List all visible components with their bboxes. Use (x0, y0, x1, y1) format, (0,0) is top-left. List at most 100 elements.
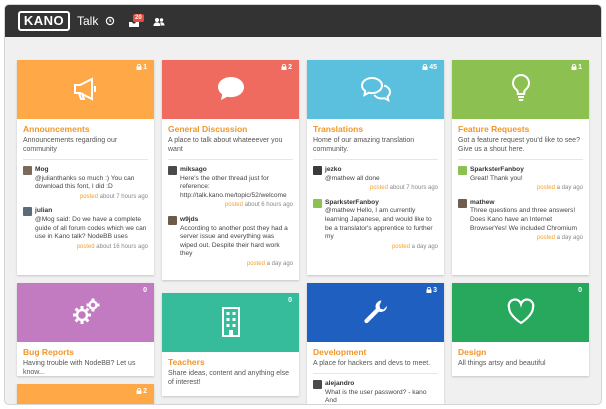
category-tile[interactable]: 0 (17, 283, 154, 342)
category-card-teachers[interactable]: 0 Teachers Share ideas, content and anyt… (162, 293, 299, 396)
avatar[interactable] (168, 166, 177, 175)
category-tile[interactable]: 3 (307, 283, 444, 342)
category-tile[interactable]: 2 (162, 60, 299, 119)
post-author[interactable]: jezko (325, 166, 438, 175)
posted-link[interactable]: posted (225, 202, 243, 208)
recent-post[interactable]: miksago Here's the other thread just for… (168, 166, 293, 210)
category-card-development[interactable]: 3 Development A place for hackers and de… (307, 283, 444, 404)
post-author[interactable]: mathew (470, 199, 583, 208)
posted-link[interactable]: posted (392, 244, 410, 250)
post-excerpt: Here's the other thread just for referen… (180, 174, 287, 199)
wrench-icon (363, 300, 387, 324)
avatar[interactable] (313, 166, 322, 175)
recent-post[interactable]: Mog @julianthanks so much :) You can dow… (23, 166, 148, 201)
recent-post[interactable]: SparksterFanboy Great! Thank you! posted… (458, 166, 583, 193)
category-tile[interactable]: 0 (452, 283, 589, 342)
post-author[interactable]: SparksterFanboy (325, 199, 438, 208)
topic-count: 2 (136, 387, 147, 395)
avatar[interactable] (313, 198, 322, 208)
category-title[interactable]: Announcements (23, 124, 148, 134)
category-card-extra-1[interactable]: 2 (17, 384, 154, 404)
post-time: about 7 hours ago (389, 185, 438, 192)
posted-link[interactable]: posted (77, 244, 95, 250)
recent-post[interactable]: SparksterFanboy @mathew Hello, I am curr… (313, 198, 438, 252)
category-tile[interactable]: 0 (162, 293, 299, 352)
post-author[interactable]: w9jds (180, 216, 293, 225)
post-author[interactable]: Mog (35, 166, 148, 175)
posted-link[interactable]: posted (247, 261, 265, 267)
category-card-announcements[interactable]: 1 Announcements Announcements regarding … (17, 60, 154, 275)
post-author[interactable]: alejandro (325, 380, 438, 389)
category-card-feature-requests[interactable]: 1 Feature Requests Got a feature request… (452, 60, 589, 275)
category-description: Home of our amazing translation communit… (313, 137, 415, 153)
avatar[interactable] (23, 166, 32, 175)
avatar[interactable] (458, 166, 467, 175)
kano-logo[interactable]: KANO (18, 11, 70, 31)
post-time: about 7 hours ago (99, 193, 148, 200)
category-title[interactable]: Bug Reports (23, 347, 148, 357)
category-card-general-discussion[interactable]: 2 General Discussion A place to talk abo… (162, 60, 299, 280)
category-card-translations[interactable]: 45 Translations Home of our amazing tran… (307, 60, 444, 275)
avatar[interactable] (313, 380, 322, 389)
recent-post[interactable]: w9jds According to another post they had… (168, 215, 293, 269)
recent-post[interactable]: mathew Three questions and three answers… (458, 198, 583, 243)
category-tile[interactable]: 1 (17, 60, 154, 119)
heart-icon (507, 298, 534, 325)
lock-icon (426, 286, 432, 293)
category-title[interactable]: Design (458, 347, 583, 357)
category-tile[interactable]: 1 (452, 60, 589, 119)
post-excerpt: @mathew Hello, I am currently learning J… (325, 207, 433, 241)
comments-icon (360, 76, 391, 102)
category-tile[interactable]: 2 (17, 384, 154, 404)
recent-post[interactable]: julian @Mog said: Do we have a complete … (23, 207, 148, 251)
category-card-extra-2[interactable]: 2 (162, 404, 299, 405)
users-icon[interactable] (153, 13, 169, 29)
lightbulb-icon (511, 73, 530, 101)
posted-link[interactable]: posted (370, 185, 388, 191)
category-title[interactable]: Development (313, 347, 438, 357)
recent-post[interactable]: jezko @mathew all done posted about 7 ho… (313, 166, 438, 193)
post-author[interactable]: miksago (180, 166, 293, 175)
category-card-bug-reports[interactable]: 0 Bug Reports Having trouble with NodeBB… (17, 283, 154, 376)
lock-icon (571, 63, 577, 70)
avatar[interactable] (23, 207, 32, 217)
post-time: a day ago (556, 185, 583, 192)
category-card-design[interactable]: 0 Design All things artsy and beautiful (452, 283, 589, 376)
posted-link[interactable]: posted (80, 194, 98, 200)
avatar[interactable] (168, 215, 177, 225)
post-excerpt: @mathew all done (325, 174, 380, 182)
category-title[interactable]: General Discussion (168, 124, 293, 134)
category-description: Share ideas, content and anything else o… (168, 370, 290, 386)
post-excerpt: @julianthanks so much :) You can downloa… (35, 174, 135, 191)
post-excerpt: According to another post they had a ser… (180, 224, 288, 258)
post-author[interactable]: SparksterFanboy (470, 166, 583, 175)
clock-icon[interactable] (105, 13, 121, 29)
post-time: about 16 hours ago (96, 243, 148, 250)
app-window: KANO Talk 20 1 Announcements Announcemen… (4, 4, 602, 405)
lock-icon (422, 63, 428, 70)
nav-talk-link[interactable]: Talk (77, 14, 98, 28)
category-tile[interactable]: 45 (307, 60, 444, 119)
avatar[interactable] (458, 198, 467, 208)
post-excerpt: Great! Thank you! (470, 174, 523, 182)
category-title[interactable]: Feature Requests (458, 124, 583, 134)
post-excerpt: Three questions and three answers! Does … (470, 207, 578, 232)
category-grid: 1 Announcements Announcements regarding … (5, 37, 601, 405)
post-author[interactable]: julian (35, 207, 148, 216)
category-title[interactable]: Teachers (168, 357, 293, 367)
lock-icon (136, 63, 142, 70)
category-description: A place for hackers and devs to meet. (313, 360, 431, 367)
posted-link[interactable]: posted (537, 185, 555, 191)
topic-count: 3 (426, 286, 437, 294)
topic-count: 2 (281, 63, 292, 71)
category-description: Announcements regarding our community (23, 137, 118, 153)
posted-link[interactable]: posted (537, 235, 555, 241)
post-time: about 6 hours ago (244, 202, 293, 209)
topic-count: 0 (288, 297, 292, 304)
category-title[interactable]: Translations (313, 124, 438, 134)
recent-post[interactable]: alejandro What is the user password? - k… (313, 380, 438, 404)
post-time: a day ago (411, 243, 438, 250)
category-tile[interactable]: 2 (162, 404, 299, 405)
topic-count: 0 (578, 287, 582, 294)
lock-icon (136, 387, 142, 394)
